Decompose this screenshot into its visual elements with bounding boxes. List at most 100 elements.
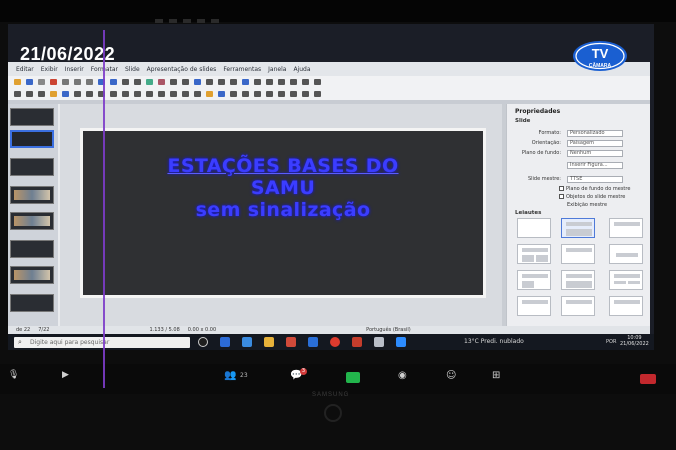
select-icon[interactable] [14, 91, 21, 97]
menu-insert[interactable]: Inserir [65, 66, 84, 73]
slide-thumbnail[interactable] [10, 186, 54, 204]
toggle-extrusion-icon[interactable] [314, 91, 321, 97]
menu-slideshow[interactable]: Apresentação de slides [147, 66, 217, 73]
slide-thumbnail[interactable] [10, 266, 54, 284]
zoom-icon[interactable] [26, 91, 33, 97]
current-slide[interactable]: ESTAÇÕES BASES DO SAMU sem sinalização [80, 128, 486, 298]
image-icon[interactable] [146, 79, 153, 85]
format-select[interactable]: Personalizado [567, 130, 623, 137]
print-icon[interactable] [38, 79, 45, 85]
fontwork-icon[interactable] [194, 79, 201, 85]
slide-duplicate-icon[interactable] [266, 79, 273, 85]
crop-icon[interactable] [290, 91, 297, 97]
rotate-icon[interactable] [230, 91, 237, 97]
slide-editor[interactable]: ESTAÇÕES BASES DO SAMU sem sinalização [60, 104, 502, 326]
save-icon[interactable] [26, 79, 33, 85]
record-icon[interactable]: ◉ [398, 370, 407, 381]
filter-icon[interactable] [302, 91, 309, 97]
weather-widget[interactable]: 13°C Predi. nublado [464, 338, 524, 345]
shadow-icon[interactable] [278, 91, 285, 97]
menu-tools[interactable]: Ferramentas [223, 66, 261, 73]
special-char-icon[interactable] [182, 79, 189, 85]
mail-icon[interactable] [286, 337, 296, 347]
chrome-icon[interactable] [330, 337, 340, 347]
impress-taskbar-icon[interactable] [374, 337, 384, 347]
zoom-taskbar-icon[interactable] [396, 337, 406, 347]
properties-section-slide[interactable]: Slide [515, 118, 530, 124]
grid-icon[interactable] [122, 79, 129, 85]
rectangle-icon[interactable] [86, 91, 93, 97]
symbol-shapes-icon[interactable] [158, 91, 165, 97]
layout-vertical-title[interactable] [561, 296, 595, 316]
participants-icon[interactable]: 👥 [224, 370, 236, 381]
slide-delete-icon[interactable] [278, 79, 285, 85]
slide-title-text[interactable]: ESTAÇÕES BASES DO SAMU sem sinalização [83, 155, 483, 221]
export-pdf-icon[interactable] [50, 79, 57, 85]
file-explorer-icon[interactable] [264, 337, 274, 347]
menu-slide[interactable]: Slide [125, 66, 140, 73]
taskbar-search-input[interactable]: ⌕ Digite aqui para pesquisar [14, 337, 190, 348]
slide-thumbnail[interactable] [10, 212, 54, 230]
layout-centered-text[interactable] [609, 244, 643, 264]
master-view-button[interactable]: Exibição mestre [567, 202, 607, 208]
3d-objects-icon[interactable] [218, 91, 225, 97]
align-icon[interactable] [242, 91, 249, 97]
layout-title-content-2[interactable] [561, 270, 595, 290]
redo-icon[interactable] [110, 79, 117, 85]
layout-title-2content[interactable] [517, 244, 551, 264]
curve-icon[interactable] [122, 91, 129, 97]
apps-icon[interactable]: ⊞ [492, 370, 500, 381]
layout-title-content[interactable] [561, 218, 595, 238]
layout-title-2content-left[interactable] [517, 270, 551, 290]
layout-title-only[interactable] [561, 244, 595, 264]
reactions-icon[interactable]: ☺ [446, 370, 456, 381]
paste-icon[interactable] [86, 79, 93, 85]
slide-new-icon[interactable] [254, 79, 261, 85]
copy-icon[interactable] [74, 79, 81, 85]
edge-icon[interactable] [220, 337, 230, 347]
share-screen-icon[interactable] [346, 372, 360, 383]
calendar-icon[interactable] [308, 337, 318, 347]
chart-icon[interactable] [158, 79, 165, 85]
slide-thumbnail[interactable] [10, 158, 54, 176]
arrange-icon[interactable] [254, 91, 261, 97]
table-icon[interactable] [134, 79, 141, 85]
slide-thumbnail[interactable] [10, 240, 54, 258]
master-slide-select[interactable]: TTSE [567, 176, 623, 183]
textbox-icon[interactable] [170, 79, 177, 85]
master-icon[interactable] [302, 79, 309, 85]
layout-title-4content[interactable] [609, 270, 643, 290]
helplines-icon[interactable] [230, 79, 237, 85]
block-arrows-icon[interactable] [170, 91, 177, 97]
cut-icon[interactable] [62, 79, 69, 85]
slide-thumbnail[interactable] [10, 108, 54, 126]
layout-vertical-text[interactable] [609, 296, 643, 316]
master-background-checkbox[interactable]: Plano de fundo do mestre [559, 186, 630, 192]
text-icon[interactable] [38, 91, 45, 97]
leave-meeting-button[interactable] [640, 374, 656, 384]
language-status[interactable]: Português (Brasil) [366, 327, 411, 333]
flowchart-icon[interactable] [182, 91, 189, 97]
menu-view[interactable]: Exibir [41, 66, 58, 73]
arrow-icon[interactable] [110, 91, 117, 97]
video-icon[interactable]: ▶ [62, 370, 69, 380]
slide-layout-icon[interactable] [290, 79, 297, 85]
office-icon[interactable] [352, 337, 362, 347]
layout-title-6content[interactable] [517, 296, 551, 316]
background-select[interactable]: Nenhum [567, 150, 623, 157]
shapes-icon[interactable] [206, 79, 213, 85]
insert-image-button[interactable]: Inserir Figura... [567, 162, 623, 169]
layout-title-slide[interactable] [609, 218, 643, 238]
layout-blank[interactable] [517, 218, 551, 238]
display-grid-icon[interactable] [218, 79, 225, 85]
input-language[interactable]: POR [606, 339, 616, 345]
connector-icon[interactable] [134, 91, 141, 97]
line-color-icon[interactable] [62, 91, 69, 97]
store-icon[interactable] [242, 337, 252, 347]
slide-thumbnail-active[interactable] [10, 130, 54, 148]
task-view-icon[interactable] [198, 337, 208, 347]
line-icon[interactable] [74, 91, 81, 97]
mic-icon[interactable]: 🎙 [8, 370, 19, 380]
menu-window[interactable]: Janela [268, 66, 286, 73]
slide-thumbnail[interactable] [10, 294, 54, 312]
